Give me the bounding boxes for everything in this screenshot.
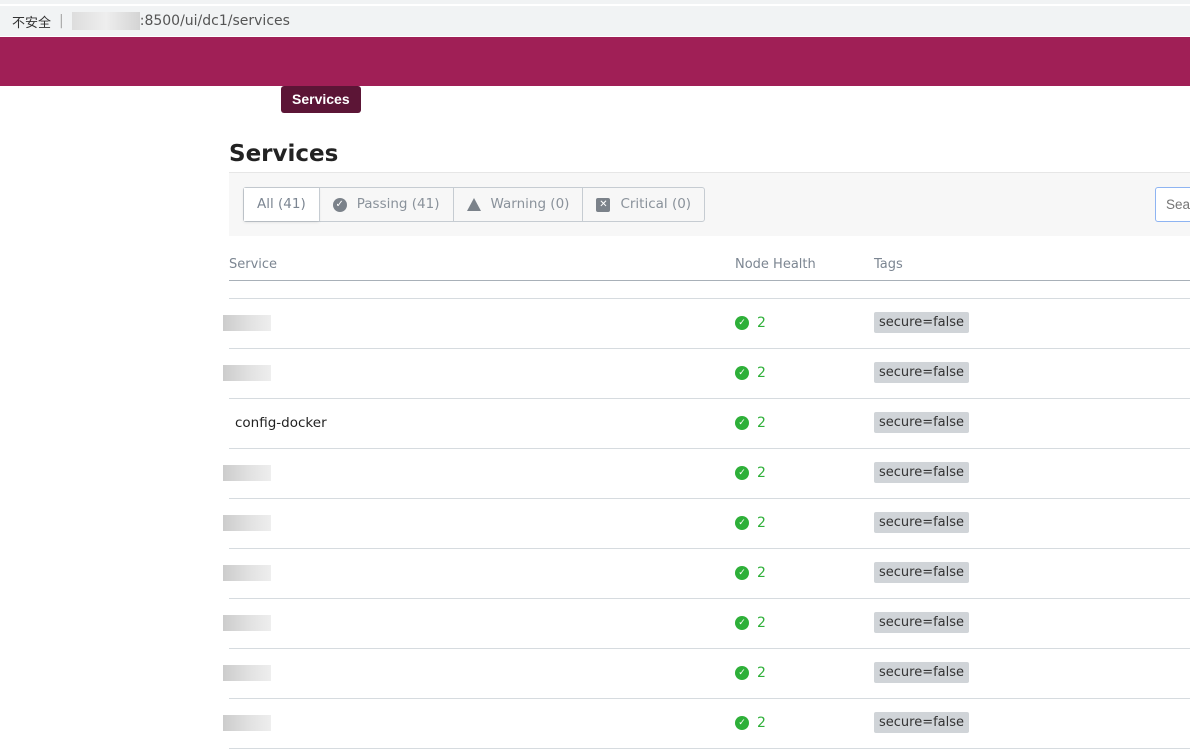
node-health: ✓ 2	[735, 665, 766, 681]
header-tags[interactable]: Tags	[874, 257, 903, 272]
nav-acl[interactable]: ACL	[519, 86, 570, 113]
redacted-service-name[interactable]	[223, 615, 271, 631]
nav-key-value[interactable]: Key/Value	[427, 86, 515, 113]
redacted-service-name[interactable]	[223, 515, 271, 531]
node-health: ✓ 2	[735, 565, 766, 581]
divider: |	[59, 13, 64, 29]
filter-label: Warning (0)	[490, 196, 570, 212]
table-row[interactable]: ✓ 2 secure=false	[223, 349, 1190, 399]
tag-badge: secure=false	[874, 512, 970, 533]
security-label[interactable]: 不安全	[12, 12, 51, 31]
node-health: ✓ 2	[735, 615, 766, 631]
tag-badge: secure=false	[874, 412, 970, 433]
redacted-service-name[interactable]	[223, 715, 271, 731]
nav-services[interactable]: Services	[281, 86, 361, 113]
header-node-health[interactable]: Node Health	[735, 257, 816, 272]
tag-badge: secure=false	[874, 712, 970, 733]
table-row[interactable]: ✓ 2 secure=false	[223, 449, 1190, 499]
table-row[interactable]: config-docker ✓ 2 secure=false	[229, 399, 1190, 449]
health-count: 2	[757, 465, 766, 481]
filter-label: Critical (0)	[620, 196, 692, 212]
health-count: 2	[757, 665, 766, 681]
redacted-service-name[interactable]	[223, 465, 271, 481]
tag-badge: secure=false	[874, 662, 970, 683]
tag-badge: secure=false	[874, 562, 970, 583]
redacted-service-name[interactable]	[223, 665, 271, 681]
health-count: 2	[757, 615, 766, 631]
nav-datacenter[interactable]: dc1	[233, 86, 279, 113]
nav-intentions[interactable]: Intentions	[569, 86, 658, 113]
filter-critical[interactable]: ✕ Critical (0)	[582, 188, 704, 221]
check-circle-icon: ✓	[735, 516, 749, 530]
table-row[interactable]: ✓ 2 secure=false	[223, 549, 1190, 599]
table-row[interactable]: ✓ 2 secure=false	[223, 699, 1190, 749]
node-health: ✓ 2	[735, 465, 766, 481]
search-input[interactable]	[1155, 187, 1190, 222]
check-circle-icon: ✓	[332, 197, 347, 212]
table-row[interactable]: ✓ 2 secure=false	[223, 599, 1190, 649]
x-square-icon: ✕	[596, 197, 611, 212]
health-count: 2	[757, 515, 766, 531]
table-row[interactable]: ✓ 2 secure=false	[223, 499, 1190, 549]
node-health: ✓ 2	[735, 415, 766, 431]
tag-badge: secure=false	[874, 612, 970, 633]
tag-badge: secure=false	[874, 362, 970, 383]
health-count: 2	[757, 415, 766, 431]
page-title: Services	[229, 141, 339, 167]
health-count: 2	[757, 565, 766, 581]
table-row[interactable]: ✓ 2 secure=false	[223, 649, 1190, 699]
health-filter-tabs: All (41) ✓ Passing (41) Warning (0) ✕ Crit…	[243, 187, 706, 222]
url-text[interactable]: :8500/ui/dc1/services	[140, 13, 290, 29]
address-bar[interactable]: 不安全 | :8500/ui/dc1/services	[0, 0, 1190, 37]
filter-bar: All (41) ✓ Passing (41) Warning (0) ✕ Crit…	[229, 172, 1190, 236]
redacted-host	[71, 12, 140, 30]
node-health: ✓ 2	[735, 315, 766, 331]
warning-icon	[466, 198, 481, 211]
filter-all[interactable]: All (41)	[244, 188, 319, 221]
redacted-service-name[interactable]	[223, 315, 271, 331]
health-count: 2	[757, 715, 766, 731]
check-circle-icon: ✓	[735, 316, 749, 330]
filter-label: All (41)	[257, 196, 306, 212]
table-header: Service Node Health Tags	[229, 250, 1190, 281]
check-circle-icon: ✓	[735, 616, 749, 630]
node-health: ✓ 2	[735, 515, 766, 531]
check-circle-icon: ✓	[735, 716, 749, 730]
node-health: ✓ 2	[735, 715, 766, 731]
filter-warning[interactable]: Warning (0)	[452, 188, 583, 221]
check-circle-icon: ✓	[735, 466, 749, 480]
nav-nodes[interactable]: Nodes	[360, 86, 425, 113]
health-count: 2	[757, 315, 766, 331]
check-circle-icon: ✓	[735, 366, 749, 380]
node-health: ✓ 2	[735, 365, 766, 381]
table-row-partial	[229, 281, 1190, 299]
header-service[interactable]: Service	[229, 257, 277, 272]
table-row[interactable]: ✓ 2 secure=false	[223, 299, 1190, 349]
tag-badge: secure=false	[874, 462, 970, 483]
health-count: 2	[757, 365, 766, 381]
tag-badge: secure=false	[874, 312, 970, 333]
check-circle-icon: ✓	[735, 666, 749, 680]
check-circle-icon: ✓	[735, 416, 749, 430]
filter-label: Passing (41)	[356, 196, 440, 212]
redacted-service-name[interactable]	[223, 565, 271, 581]
service-name[interactable]: config-docker	[235, 415, 327, 431]
filter-passing[interactable]: ✓ Passing (41)	[318, 188, 453, 221]
check-circle-icon: ✓	[735, 566, 749, 580]
redacted-service-name[interactable]	[223, 365, 271, 381]
